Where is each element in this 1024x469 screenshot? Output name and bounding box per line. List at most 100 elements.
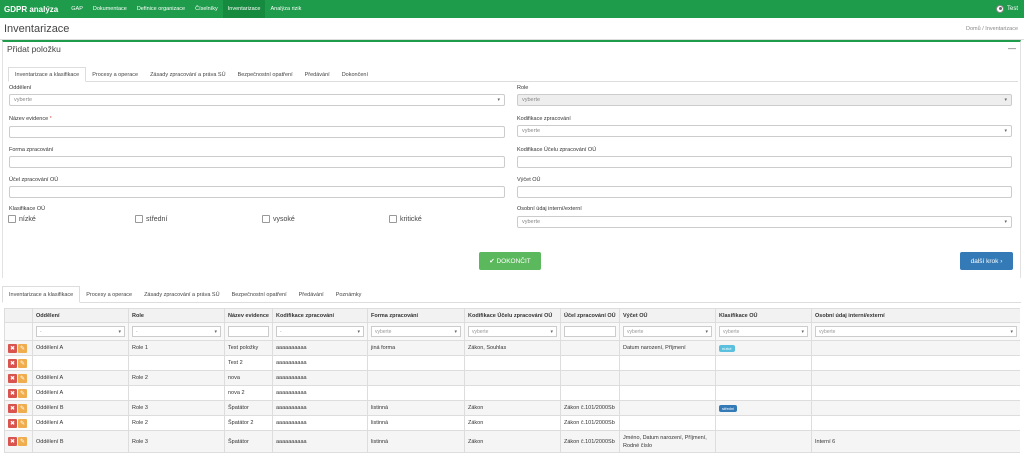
- filter-osobni-udaj-interni-externi[interactable]: vyberte ▾: [815, 326, 1017, 337]
- edit-icon[interactable]: ✎: [18, 418, 27, 428]
- column-header-ucel-zpracovani-ou[interactable]: Účel zpracování OÚ: [560, 308, 620, 323]
- filter-kodifikace-ucelu-zpracovani-ou[interactable]: vyberte ▾: [468, 326, 557, 337]
- app-brand[interactable]: GDPR analýza: [0, 5, 66, 14]
- table-row[interactable]: ✖ ✎ Oddělení A Role 2 Špatátor 2 aaaaaaaaaa li…: [4, 415, 1020, 431]
- row-actions: ✖ ✎: [8, 403, 29, 413]
- delete-button[interactable]: ✖: [8, 418, 17, 428]
- cell-text: Test položky: [228, 345, 259, 351]
- oddeleni-select[interactable]: vyberte ▾: [9, 94, 505, 106]
- checkbox-nizke[interactable]: nízké: [8, 215, 135, 223]
- edit-icon[interactable]: ✎: [18, 403, 27, 413]
- column-header-vycet-ou[interactable]: Výčet OÚ: [619, 308, 716, 323]
- column-header-forma-zpracovani[interactable]: Forma zpracování: [367, 308, 465, 323]
- kod-ucelu-input[interactable]: [517, 156, 1012, 168]
- nav-item-dokumentace[interactable]: Dokumentace: [88, 0, 132, 18]
- table-cell: [128, 355, 225, 371]
- table-cell: [128, 385, 225, 401]
- table-cell: aaaaaaaaaa: [272, 385, 368, 401]
- edit-icon[interactable]: ✎: [18, 343, 27, 353]
- tab-procesy-a-operace[interactable]: Procesy a operace: [86, 67, 144, 82]
- checkbox-box[interactable]: [135, 215, 143, 223]
- filter-klasifikace-ou[interactable]: vyberte ▾: [719, 326, 808, 337]
- role-placeholder: vyberte: [522, 97, 541, 103]
- next-step-button[interactable]: další krok ›: [960, 252, 1013, 270]
- forma-input[interactable]: [9, 156, 505, 168]
- tab-dokonceni[interactable]: Dokončení: [336, 67, 374, 82]
- breadcrumb[interactable]: Domů / Inventarizace: [966, 26, 1020, 32]
- delete-button[interactable]: ✖: [8, 343, 17, 353]
- tab-predavani[interactable]: Předávání: [299, 67, 336, 82]
- table-cell: Zákon č.101/2000Sb: [560, 415, 620, 431]
- table-row[interactable]: ✖ ✎ Oddělení A nova 2 aaaaaaaaaa: [4, 385, 1020, 401]
- vycet-input[interactable]: [517, 186, 1012, 198]
- ucel-input[interactable]: [9, 186, 505, 198]
- table-tab-predavani[interactable]: Předávání: [293, 286, 330, 303]
- edit-icon[interactable]: ✎: [18, 437, 27, 446]
- column-header-osobni-udaj-interni-externi[interactable]: Osobní údaj interní/externí: [811, 308, 1020, 323]
- filter-ucel-zpracovani-ou[interactable]: [564, 326, 616, 337]
- column-header-kodifikace-zpracovani[interactable]: Kodifikace zpracování: [272, 308, 368, 323]
- checkbox-kriticke[interactable]: kritické: [389, 215, 516, 223]
- filter-nazev-evidence[interactable]: [228, 326, 269, 337]
- filter-vycet-ou[interactable]: vyberte ▾: [623, 326, 712, 337]
- checkbox-box[interactable]: [8, 215, 16, 223]
- table-cell: Zákon: [464, 415, 561, 431]
- table-cell: [715, 415, 812, 431]
- table-row[interactable]: ✖ ✎ Oddělení B Role 3 Špatátor aaaaaaaaaa list…: [4, 400, 1020, 416]
- nav-item-definice-organizace[interactable]: Definice organizace: [132, 0, 190, 18]
- table-tab-bezpecnostni-opatreni[interactable]: Bezpečnostní opatření: [226, 286, 293, 303]
- delete-button[interactable]: ✖: [8, 388, 17, 398]
- finish-button[interactable]: ✔ DOKONČIT: [479, 252, 541, 270]
- delete-button[interactable]: ✖: [8, 437, 17, 446]
- edit-icon[interactable]: ✎: [18, 373, 27, 383]
- column-header-kodifikace-ucelu-zpracovani-ou[interactable]: Kodifikace Účelu zpracování OÚ: [464, 308, 561, 323]
- role-select[interactable]: vyberte ▾: [517, 94, 1012, 106]
- checkbox-vysoke[interactable]: vysoké: [262, 215, 389, 223]
- osobni-select[interactable]: vyberte ▾: [517, 216, 1012, 228]
- checkbox-box[interactable]: [262, 215, 270, 223]
- checkbox-label: střední: [146, 215, 168, 223]
- kod-zpracovani-select[interactable]: vyberte ▾: [517, 125, 1012, 137]
- filter-role[interactable]: - ▾: [132, 326, 221, 337]
- column-header-nazev-evidence[interactable]: Název evidence: [224, 308, 273, 323]
- delete-button[interactable]: ✖: [8, 358, 17, 368]
- column-header-role[interactable]: Role: [128, 308, 225, 323]
- nav-item-gap[interactable]: GAP: [66, 0, 88, 18]
- delete-button[interactable]: ✖: [8, 403, 17, 413]
- checkbox-box[interactable]: [389, 215, 397, 223]
- nav-item-inventarizace[interactable]: Inventarizace: [222, 0, 266, 18]
- oddeleni-placeholder: vyberte: [14, 97, 33, 103]
- oddeleni-label: Oddělení: [9, 85, 32, 91]
- column-header-oddeleni[interactable]: Oddělení: [32, 308, 129, 323]
- cell-text: Datum narození, Příjmení: [623, 345, 686, 351]
- cell-text: Role 2: [132, 420, 148, 426]
- nazev-input[interactable]: [9, 126, 505, 138]
- collapse-icon[interactable]: —: [1008, 44, 1016, 53]
- filter-forma-zpracovani[interactable]: vyberte ▾: [371, 326, 461, 337]
- checkbox-stredni[interactable]: střední: [135, 215, 262, 223]
- edit-icon[interactable]: ✎: [18, 388, 27, 398]
- table-row[interactable]: ✖ ✎ Test 2 aaaaaaaaaa: [4, 355, 1020, 371]
- table-row[interactable]: ✖ ✎ Oddělení A Role 2 nova aaaaaaaaaa: [4, 370, 1020, 386]
- column-header-klasifikace-ou[interactable]: Klasifikace OÚ: [715, 308, 812, 323]
- user-menu[interactable]: Test: [995, 0, 1018, 18]
- filter-kodifikace-zpracovani[interactable]: - ▾: [276, 326, 364, 337]
- cell-text: Zákon, Souhlas: [468, 345, 507, 351]
- tab-inventarizace-a-klasifikace[interactable]: Inventarizace a klasifikace: [8, 67, 87, 82]
- delete-button[interactable]: ✖: [8, 373, 17, 383]
- table-cell: [715, 370, 812, 386]
- filter-oddeleni[interactable]: - ▾: [36, 326, 125, 337]
- table-tab-zasady-zpracovani-a-prava-su[interactable]: Zásady zpracování a práva SÚ: [138, 286, 226, 303]
- table-tab-procesy-a-operace[interactable]: Procesy a operace: [80, 286, 138, 303]
- table-cell: [811, 400, 1020, 416]
- tab-bezpecnostni-opatreni[interactable]: Bezpečnostní opatření: [232, 67, 299, 82]
- table-row[interactable]: ✖ ✎ Oddělení A Role 1 Test položky aaaaaaaaaa…: [4, 340, 1020, 356]
- table-tab-inventarizace-a-klasifikace[interactable]: Inventarizace a klasifikace: [2, 286, 81, 303]
- column-header-actions[interactable]: [4, 308, 33, 323]
- tab-zasady-zpracovani-a-prava-su[interactable]: Zásady zpracování a práva SÚ: [144, 67, 232, 82]
- table-tab-poznamky[interactable]: Poznámky: [330, 286, 368, 303]
- nav-item-analyza-rizik[interactable]: Analýza rizik: [265, 0, 306, 18]
- nav-item-ciselniky[interactable]: Číselníky: [190, 0, 223, 18]
- table-row[interactable]: ✖ ✎ Oddělení B Role 3 Špatátor aaaaaaaaaa list…: [4, 430, 1020, 453]
- edit-icon[interactable]: ✎: [18, 358, 27, 368]
